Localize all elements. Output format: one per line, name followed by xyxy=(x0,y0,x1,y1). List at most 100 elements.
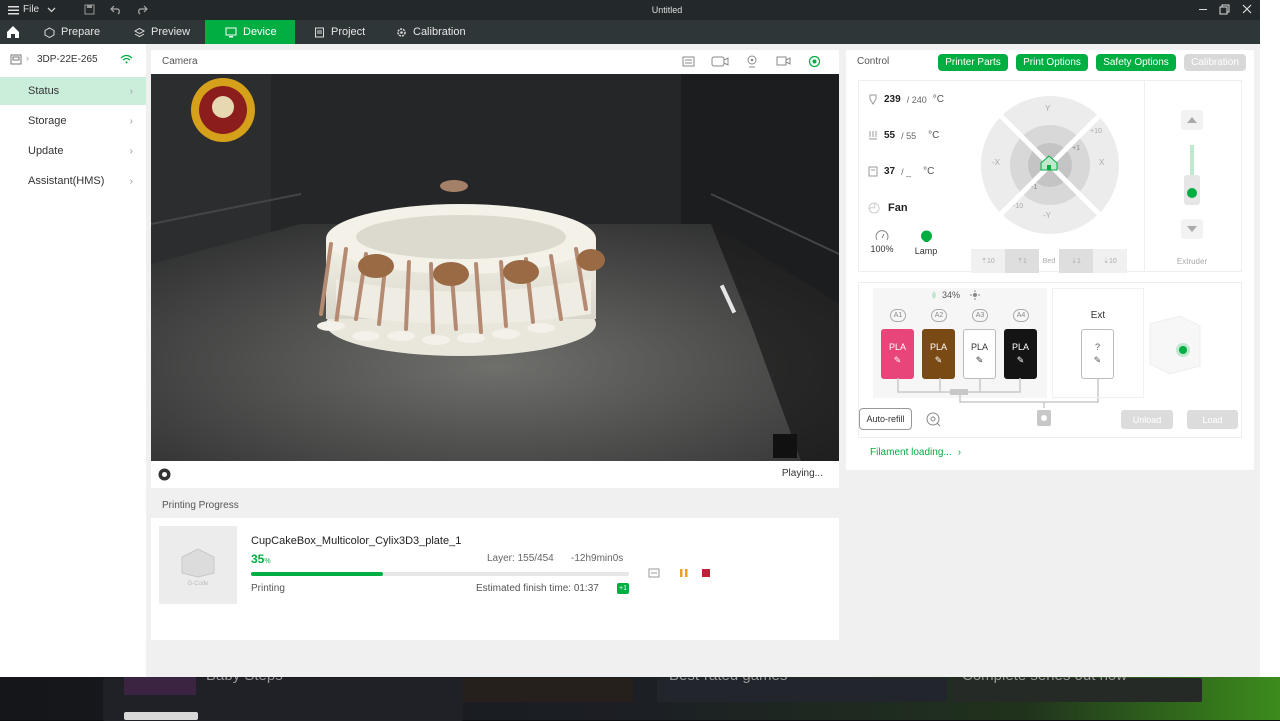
chamber-temp-target: / _ xyxy=(901,166,912,177)
jog-plus10-label: +10 xyxy=(1090,128,1102,135)
percent-unit: % xyxy=(264,558,271,565)
camera-settings-icon[interactable] xyxy=(808,55,821,68)
redo-icon[interactable] xyxy=(136,4,148,15)
extruder-up-icon[interactable] xyxy=(1181,110,1203,130)
auto-refill-button[interactable]: Auto-refill xyxy=(859,408,912,430)
chevron-down-icon[interactable] xyxy=(47,5,56,14)
tab-device[interactable]: Device xyxy=(205,20,295,44)
filament-loading-link[interactable]: Filament loading... › xyxy=(870,447,961,458)
edit-icon[interactable]: ✎ xyxy=(976,355,984,366)
edit-icon[interactable]: ✎ xyxy=(894,355,902,366)
undo-icon[interactable] xyxy=(110,4,122,15)
sidebar-item-update[interactable]: Update › xyxy=(0,137,146,165)
ams-slot-a3[interactable]: PLA ✎ xyxy=(963,329,996,379)
close-icon[interactable] xyxy=(1242,4,1252,14)
lamp-label: Lamp xyxy=(914,246,938,256)
ams-slot-a1[interactable]: PLA ✎ xyxy=(881,329,914,379)
skip-parts-icon[interactable] xyxy=(648,567,660,579)
lamp-icon xyxy=(920,230,933,243)
video-record-icon[interactable] xyxy=(776,55,791,67)
gear-icon xyxy=(396,27,407,38)
bed-down-10-button[interactable]: ⇣ 10 xyxy=(1093,249,1127,273)
sidebar-item-storage[interactable]: Storage › xyxy=(0,107,146,135)
progress-bar-fill xyxy=(251,572,384,576)
home-icon[interactable] xyxy=(6,25,20,39)
save-icon[interactable] xyxy=(84,4,95,15)
jog-y-label: Y xyxy=(1045,104,1051,113)
load-button[interactable]: Load xyxy=(1187,410,1238,429)
maximize-icon[interactable] xyxy=(1219,4,1230,15)
extruder-label: Extruder xyxy=(1176,257,1208,266)
tab-preview[interactable]: Preview xyxy=(134,20,204,44)
ext-slot[interactable]: ? ✎ xyxy=(1081,329,1114,379)
device-selector[interactable]: › 3DP-22E-265 xyxy=(0,52,146,68)
chevron-right-icon: › xyxy=(129,85,133,97)
time-remaining: -12h9min0s xyxy=(571,553,624,564)
printer-parts-button[interactable]: Printer Parts xyxy=(938,54,1008,71)
bed-jog-label: 1 xyxy=(1022,257,1027,265)
percent-value: 35 xyxy=(251,552,265,566)
title-bar: File Untitled xyxy=(0,0,1260,20)
humidity-indicator[interactable]: 34% xyxy=(930,290,981,300)
ams-slot-a2[interactable]: PLA ✎ xyxy=(922,329,955,379)
minimize-icon[interactable] xyxy=(1198,4,1208,14)
fan-control[interactable]: Fan xyxy=(868,202,908,214)
spool-holder-graphic xyxy=(1145,312,1205,378)
jog-neg-y-label: -Y xyxy=(1043,211,1051,220)
bed-up-1-button[interactable]: ⇡ 1 xyxy=(1005,249,1039,273)
cube-icon xyxy=(44,26,55,38)
bed-temperature[interactable]: 55 / 55 °C xyxy=(868,130,939,141)
tab-calibration[interactable]: Calibration xyxy=(396,20,476,44)
main-tab-bar: Prepare Preview Device Project Calibrati… xyxy=(0,20,1260,44)
bed-jog-bar: ⇡ 10 ⇡ 1 Bed ⇣ 1 ⇣ 10 xyxy=(971,249,1127,273)
device-icon xyxy=(225,27,237,38)
ams-settings-icon[interactable] xyxy=(925,411,941,427)
print-thumbnail: G-Code xyxy=(159,526,237,604)
pause-icon[interactable] xyxy=(678,568,690,578)
fan-icon xyxy=(868,202,880,214)
sidebar-item-status[interactable]: Status › xyxy=(0,77,146,105)
webcam-icon[interactable] xyxy=(746,55,758,68)
sidebar-item-assistant[interactable]: Assistant(HMS) › xyxy=(0,167,146,195)
timelapse-icon[interactable] xyxy=(711,55,729,68)
camera-feed[interactable] xyxy=(151,74,839,461)
fan-label: Fan xyxy=(888,202,908,214)
toolhead-icon xyxy=(1036,408,1052,430)
jog-neg-x-label: -X xyxy=(992,158,1000,167)
edit-icon[interactable]: ✎ xyxy=(935,355,943,366)
nozzle-icon xyxy=(868,94,878,105)
desktop-strip xyxy=(1260,0,1280,677)
edit-icon[interactable]: ✎ xyxy=(1017,355,1025,366)
print-options-button[interactable]: Print Options xyxy=(1016,54,1088,71)
nozzle-temperature[interactable]: 239 / 240 °C xyxy=(868,94,944,105)
unload-button[interactable]: Unload xyxy=(1121,410,1173,429)
layer-count: Layer: 155/454 xyxy=(487,553,554,564)
ams-slot-a4[interactable]: PLA ✎ xyxy=(1004,329,1037,379)
chevron-right-icon: › xyxy=(129,175,133,187)
file-menu[interactable]: File xyxy=(8,4,39,15)
bed-temp-value: 55 xyxy=(884,130,896,141)
bed-up-10-button[interactable]: ⇡ 10 xyxy=(971,249,1005,273)
bed-down-1-button[interactable]: ⇣ 1 xyxy=(1059,249,1093,273)
sd-card-icon[interactable] xyxy=(682,56,695,67)
estimated-finish: Estimated finish time: 01:37 xyxy=(476,583,599,594)
tab-prepare[interactable]: Prepare xyxy=(44,20,114,44)
calibration-button[interactable]: Calibration xyxy=(1184,54,1246,71)
extruder-down-icon[interactable] xyxy=(1181,219,1203,239)
speed-control[interactable]: 100% xyxy=(868,230,896,254)
sidebar-item-label: Assistant(HMS) xyxy=(28,175,105,187)
safety-options-button[interactable]: Safety Options xyxy=(1096,54,1176,71)
home-axes-icon[interactable] xyxy=(1040,155,1058,171)
tab-project[interactable]: Project xyxy=(314,20,384,44)
hamburger-icon xyxy=(8,5,19,15)
chamber-temperature[interactable]: 37 / _ °C xyxy=(868,166,934,177)
record-toggle-icon[interactable] xyxy=(158,468,171,481)
stop-icon[interactable] xyxy=(701,568,711,578)
printing-progress-panel: Printing Progress G-Code CupCakeBox_Mult… xyxy=(151,494,839,640)
jog-x-label: X xyxy=(1099,158,1105,167)
chamber-icon xyxy=(868,166,878,177)
wifi-icon xyxy=(120,54,133,64)
lamp-control[interactable]: Lamp xyxy=(912,230,940,256)
edit-icon[interactable]: ✎ xyxy=(1094,355,1102,366)
speedometer-icon xyxy=(875,230,889,241)
